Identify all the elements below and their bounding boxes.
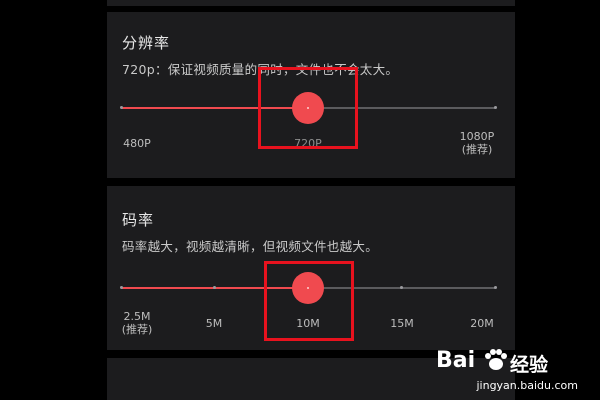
resolution-highlight-box xyxy=(258,67,358,149)
panel-above xyxy=(107,0,515,6)
bitrate-tick-2-5m xyxy=(119,286,123,289)
baidu-watermark: Bai 经验 jingyan.baidu.com xyxy=(432,346,582,394)
bitrate-label-20m: 20M xyxy=(470,317,494,330)
paw-icon xyxy=(482,348,508,372)
bitrate-title: 码率 xyxy=(122,211,155,229)
bitrate-highlight-box xyxy=(264,261,354,341)
bitrate-label-5m: 5M xyxy=(205,317,223,330)
watermark-url: jingyan.baidu.com xyxy=(476,379,578,392)
bitrate-tick-20m xyxy=(493,286,497,289)
resolution-title: 分辨率 xyxy=(122,34,171,52)
watermark-brand: Bai xyxy=(436,348,476,373)
bitrate-tick-5m xyxy=(213,286,216,289)
resolution-tick-480p xyxy=(119,106,123,109)
bitrate-description: 码率越大，视频越清晰，但视频文件也越大。 xyxy=(122,239,379,254)
resolution-label-480p: 480P xyxy=(123,137,151,150)
resolution-label-1080p: 1080P (推荐) xyxy=(459,130,495,156)
bitrate-label-15m: 15M xyxy=(390,317,414,330)
bitrate-tick-15m xyxy=(400,286,403,289)
watermark-brand-suffix: 经验 xyxy=(510,354,549,376)
bitrate-label-2-5m: 2.5M (推荐) xyxy=(121,310,153,336)
resolution-tick-1080p xyxy=(493,106,497,109)
